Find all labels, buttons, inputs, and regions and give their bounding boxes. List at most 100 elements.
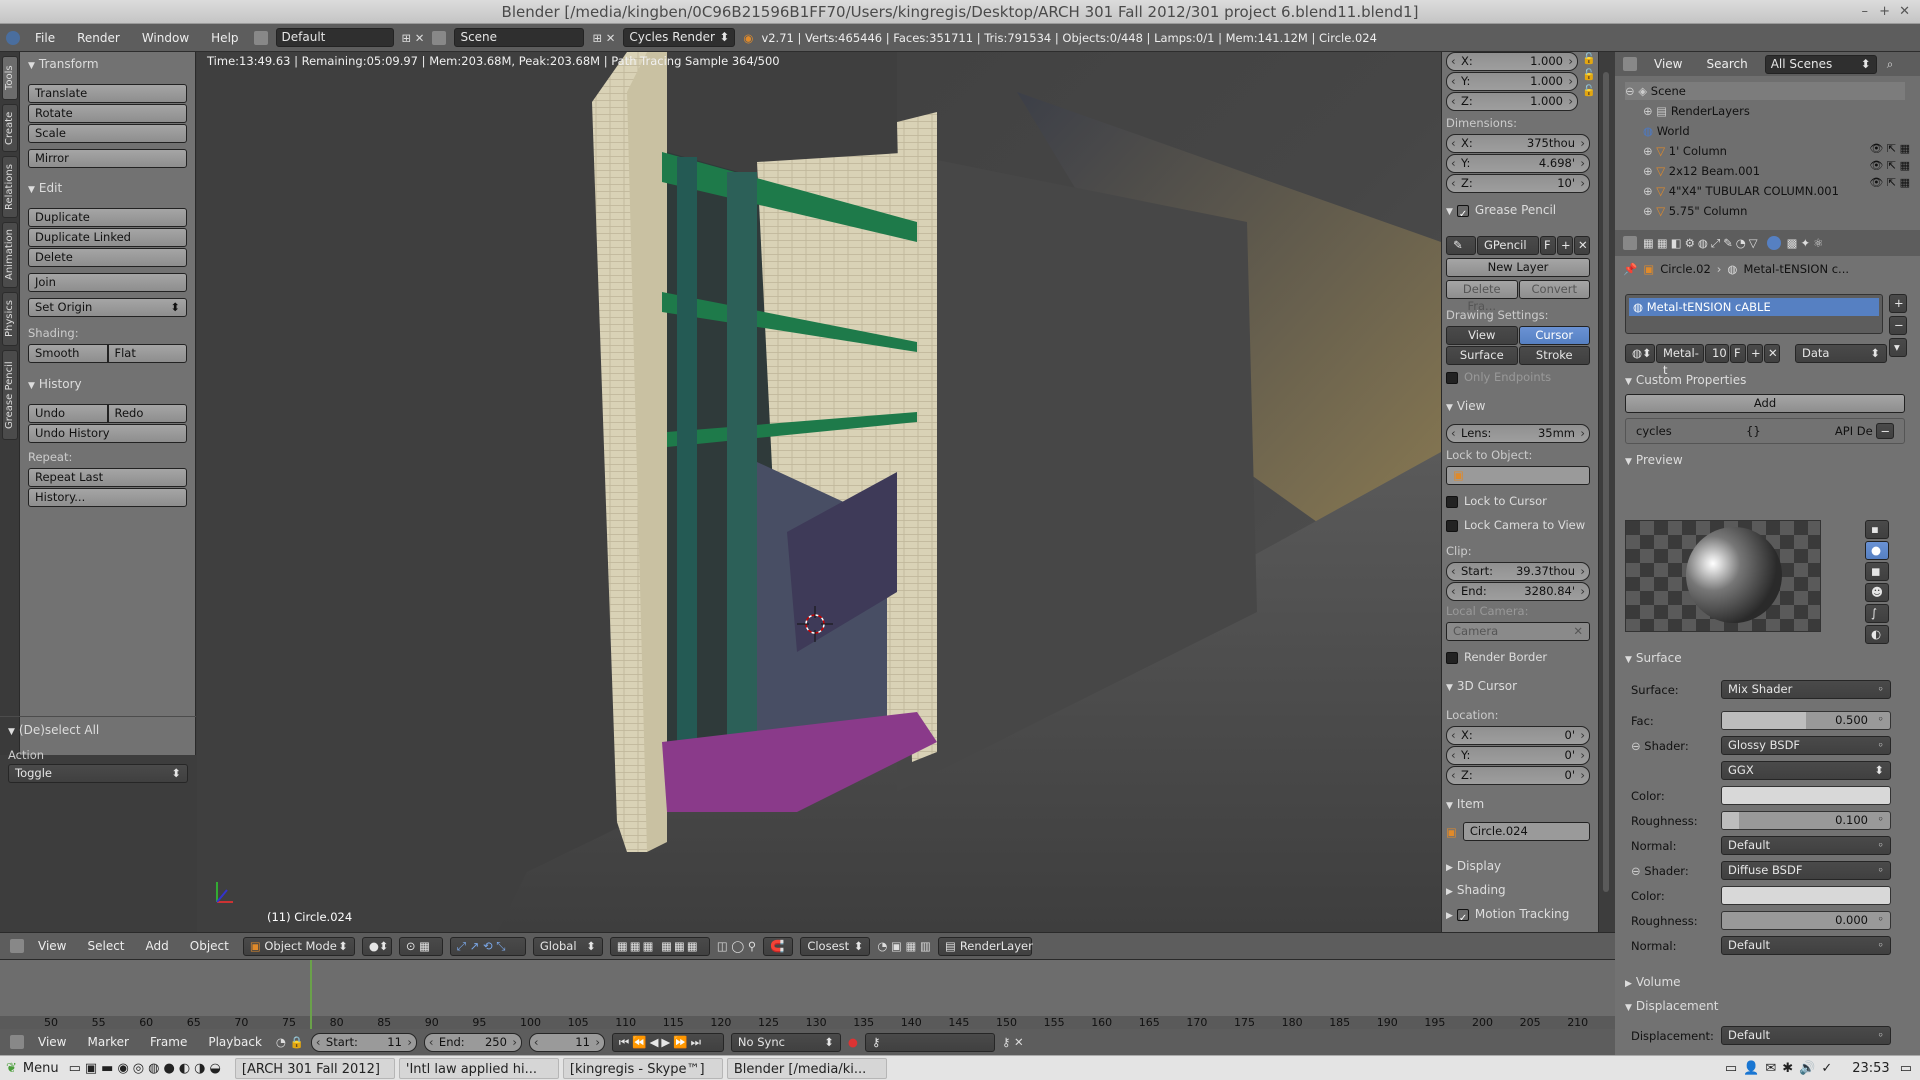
shading-mode-icon[interactable]: ●⬍ [361, 936, 392, 956]
snap-icon[interactable]: 🧲 [763, 936, 794, 956]
scene-select[interactable]: Scene [454, 28, 585, 47]
scrollbar[interactable] [1603, 72, 1609, 892]
volume-panel-header[interactable]: ▶ Volume [1625, 972, 1681, 992]
3d-viewport[interactable]: Time:13:49.63 | Remaining:05:09.97 | Mem… [197, 52, 1441, 932]
draw-view-button[interactable]: View [1446, 326, 1518, 345]
displacement-select[interactable]: Default ◦ [1721, 1026, 1891, 1045]
distribution-select[interactable]: GGX ⬍ [1721, 761, 1891, 780]
tab-physics[interactable]: Physics [2, 292, 18, 346]
material-browse-icon[interactable]: ◍⬍ [1625, 344, 1655, 363]
material-tab-icon[interactable] [1766, 236, 1781, 250]
dimension-y-field[interactable]: Y:4.698' [1446, 154, 1590, 173]
normal1-select[interactable]: Default ◦ [1721, 836, 1891, 855]
pivot-icon[interactable]: ⊙ ▦ [398, 936, 443, 956]
duplicate-button[interactable]: Duplicate [28, 208, 187, 227]
preview-sphere-icon[interactable]: ● [1865, 541, 1889, 560]
search-icon[interactable]: ⌕ [1887, 57, 1893, 72]
preview-flat-icon[interactable]: ▪ [1865, 520, 1889, 539]
close-icon[interactable]: ✕ [1899, 0, 1910, 24]
lock-icon[interactable]: 🔓 [1582, 68, 1596, 81]
draw-surface-button[interactable]: Surface [1446, 346, 1518, 365]
screen-layout-select[interactable]: Default [275, 28, 394, 47]
mirror-button[interactable]: Mirror [28, 149, 187, 168]
join-button[interactable]: Join [28, 273, 187, 292]
manipulator-icons[interactable]: ⤢ ↗ ⟲ ⤡ [449, 936, 526, 956]
gpencil-icon[interactable]: ✎ [1446, 236, 1476, 255]
cursor-y-field[interactable]: Y:0' [1446, 746, 1590, 765]
eye-icon[interactable]: 👁 ⇱ ▦ [1869, 142, 1910, 155]
gpencil-fake-user[interactable]: F [1540, 236, 1556, 255]
outliner-filter-select[interactable]: All Scenes ⬍ [1764, 54, 1877, 74]
add-slot-icon[interactable]: + [1889, 294, 1907, 313]
marker-menu[interactable]: Marker [80, 1035, 135, 1049]
outliner-row-world[interactable]: ◍ World [1643, 122, 1690, 140]
action-select[interactable]: Toggle ⬍ [8, 764, 188, 783]
editor-type-icon[interactable] [10, 939, 24, 953]
pin-icon[interactable]: 📌 [1623, 262, 1637, 276]
display-panel-header[interactable]: ▶ Display [1446, 856, 1590, 876]
tab-create[interactable]: Create [2, 104, 18, 152]
layer-buttons[interactable]: ▦▦▦ ▦▦▦ [609, 936, 710, 956]
close-icon[interactable]: ✕ [1574, 236, 1590, 255]
operator-panel-header[interactable]: ▼ (De)select All [8, 720, 99, 740]
dimension-z-field[interactable]: Z:10' [1446, 174, 1590, 193]
dimension-x-field[interactable]: X:375thou [1446, 134, 1590, 153]
current-frame-line[interactable] [310, 960, 312, 1030]
material-name-field[interactable]: Metal-t [1656, 344, 1704, 377]
view-panel-header[interactable]: ▼ View [1446, 396, 1590, 416]
repeat-last-button[interactable]: Repeat Last [28, 468, 187, 487]
properties-editor-icon[interactable] [1623, 236, 1637, 250]
preview-world-icon[interactable]: ◐ [1865, 625, 1889, 644]
surface-shader-select[interactable]: Mix Shader ◦ [1721, 680, 1891, 699]
eye-icon[interactable]: 👁 ⇱ ▦ [1869, 159, 1910, 172]
motion-tracking-panel-header[interactable]: ▶Motion Tracking [1446, 904, 1590, 924]
material-slot-row[interactable]: ◍ Metal-tENSION cABLE [1629, 298, 1879, 316]
scale-y-field[interactable]: Y:1.000 [1446, 72, 1578, 91]
close-icon[interactable]: ✕ [1764, 344, 1780, 363]
gpencil-name[interactable]: GPencil [1477, 236, 1539, 255]
history-button[interactable]: History... [28, 488, 187, 507]
render-engine-select[interactable]: Cycles Render ⬍ [623, 28, 736, 47]
cursor-x-field[interactable]: X:0' [1446, 726, 1590, 745]
preview-hair-icon[interactable]: ∫ [1865, 604, 1889, 623]
info-editor-icon[interactable] [6, 30, 20, 45]
color1-swatch[interactable] [1721, 786, 1891, 805]
add-icon[interactable]: + [1747, 344, 1763, 363]
sync-select[interactable]: No Sync ⬍ [730, 1032, 841, 1052]
clip-end-field[interactable]: End:3280.84' [1446, 582, 1590, 601]
select-menu[interactable]: Select [80, 939, 131, 953]
task-item[interactable]: [ARCH 301 Fall 2012] [234, 1057, 395, 1079]
transform-panel-header[interactable]: ▼ Transform [28, 54, 187, 74]
lock-icon[interactable]: 🔓 [1582, 84, 1596, 97]
menu-icon[interactable]: ❦ [6, 1061, 17, 1076]
remove-slot-icon[interactable]: − [1889, 316, 1907, 335]
roughness2-slider[interactable]: 0.000 ◦ [1721, 911, 1891, 930]
lens-field[interactable]: Lens:35mm [1446, 424, 1590, 443]
custom-properties-header[interactable]: ▼ Custom Properties [1625, 370, 1746, 390]
flat-button[interactable]: Flat [107, 344, 187, 363]
texture-tab-icon[interactable]: ▩✦⚛ [1787, 236, 1827, 250]
minimize-icon[interactable]: – [1862, 0, 1869, 24]
preview-monkey-icon[interactable]: ☻ [1865, 583, 1889, 602]
outliner-row-column-575[interactable]: ⊕ ▽ 5.75" Column [1643, 202, 1747, 220]
item-panel-header[interactable]: ▼ Item [1446, 794, 1590, 814]
preview-range-icon[interactable]: ◔ 🔒 [276, 1035, 304, 1049]
delete-frame-button[interactable]: Delete Fra... [1446, 280, 1518, 313]
translate-button[interactable]: Translate [28, 84, 187, 103]
start-frame-field[interactable]: Start:11 [310, 1032, 417, 1052]
lock-icon[interactable]: 🔓 [1582, 52, 1596, 65]
color2-swatch[interactable] [1721, 886, 1891, 905]
playback-menu[interactable]: Playback [201, 1035, 269, 1049]
set-origin-select[interactable]: Set Origin ⬍ [28, 298, 187, 317]
outliner-row-beam[interactable]: ⊕ ▽ 2x12 Beam.001 [1643, 162, 1760, 180]
remove-property-icon[interactable]: − [1876, 422, 1894, 439]
redo-button[interactable]: Redo [107, 404, 187, 423]
keying-set-field[interactable]: ⚷ [864, 1032, 995, 1052]
outliner-editor-icon[interactable] [1623, 57, 1637, 71]
outliner-row-column[interactable]: ⊕ ▽ 1' Column [1643, 142, 1727, 160]
timeline-view-menu[interactable]: View [31, 1035, 73, 1049]
tab-animation[interactable]: Animation [2, 222, 18, 288]
grease-pencil-panel-header[interactable]: ▼Grease Pencil [1446, 200, 1590, 220]
undo-history-button[interactable]: Undo History [28, 424, 187, 443]
3d-cursor-panel-header[interactable]: ▼ 3D Cursor [1446, 676, 1590, 696]
